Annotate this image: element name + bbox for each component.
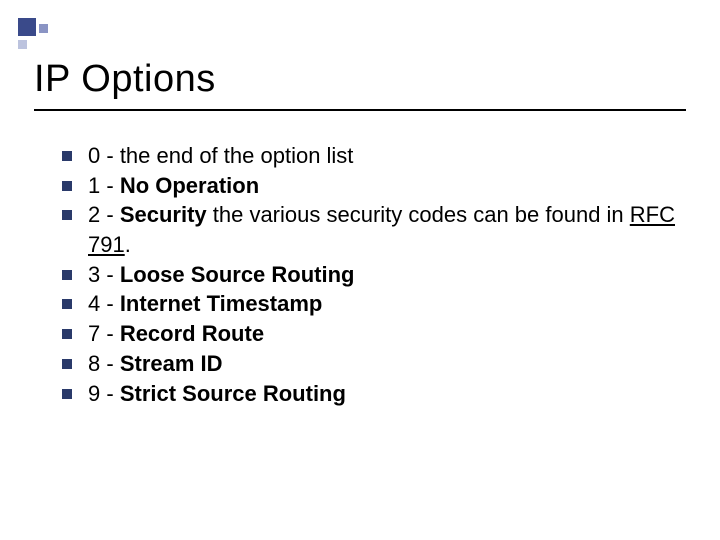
list-item: 0 - the end of the option list bbox=[62, 141, 686, 171]
item-name: Record Route bbox=[120, 321, 264, 346]
list-item: 4 - Internet Timestamp bbox=[62, 289, 686, 319]
item-name: Loose Source Routing bbox=[120, 262, 355, 287]
item-number: 3 bbox=[88, 262, 100, 287]
item-number: 9 bbox=[88, 381, 100, 406]
item-sep: - bbox=[100, 381, 120, 406]
item-number: 2 bbox=[88, 202, 100, 227]
item-sep: - bbox=[100, 143, 120, 168]
item-number: 8 bbox=[88, 351, 100, 376]
item-rest: the various security codes can be found … bbox=[207, 202, 630, 227]
bullet-list: 0 - the end of the option list 1 - No Op… bbox=[34, 141, 686, 408]
item-sep: - bbox=[100, 351, 120, 376]
item-name: Security bbox=[120, 202, 207, 227]
accent-square-small-top bbox=[39, 24, 48, 33]
accent-square-small-bottom bbox=[18, 40, 27, 49]
item-number: 4 bbox=[88, 291, 100, 316]
item-sep: - bbox=[100, 202, 120, 227]
list-item: 2 - Security the various security codes … bbox=[62, 200, 686, 259]
item-name: Strict Source Routing bbox=[120, 381, 346, 406]
slide-content: IP Options 0 - the end of the option lis… bbox=[0, 0, 720, 408]
accent-squares bbox=[18, 18, 50, 50]
title-underline bbox=[34, 109, 686, 111]
item-rest: the end of the option list bbox=[120, 143, 354, 168]
item-name: Internet Timestamp bbox=[120, 291, 323, 316]
list-item: 9 - Strict Source Routing bbox=[62, 379, 686, 409]
item-number: 7 bbox=[88, 321, 100, 346]
list-item: 8 - Stream ID bbox=[62, 349, 686, 379]
item-sep: - bbox=[100, 262, 120, 287]
slide-title: IP Options bbox=[34, 58, 686, 101]
item-after: . bbox=[125, 232, 131, 257]
item-name: No Operation bbox=[120, 173, 259, 198]
list-item: 3 - Loose Source Routing bbox=[62, 260, 686, 290]
item-name: Stream ID bbox=[120, 351, 223, 376]
item-number: 1 bbox=[88, 173, 100, 198]
list-item: 1 - No Operation bbox=[62, 171, 686, 201]
accent-square-large bbox=[18, 18, 36, 36]
item-sep: - bbox=[100, 291, 120, 316]
item-sep: - bbox=[100, 321, 120, 346]
list-item: 7 - Record Route bbox=[62, 319, 686, 349]
item-sep: - bbox=[100, 173, 120, 198]
item-number: 0 bbox=[88, 143, 100, 168]
